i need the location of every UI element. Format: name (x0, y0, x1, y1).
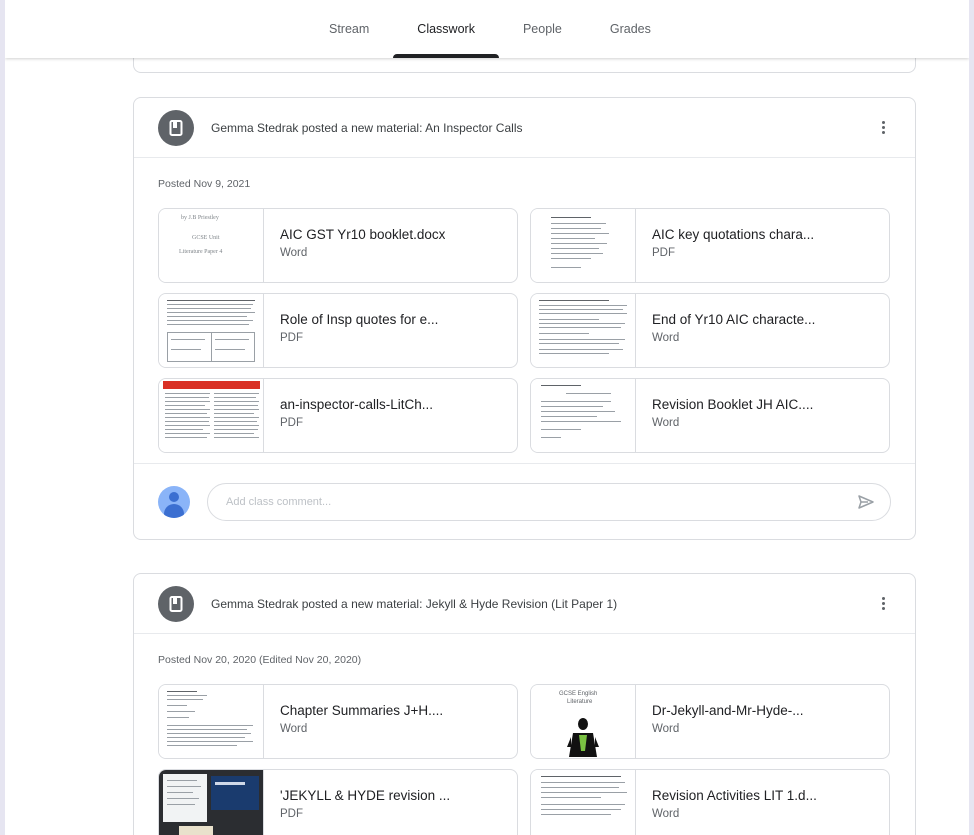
document-thumbnail: by J.B Priestley GCSE Unit Literature Pa… (159, 209, 264, 282)
attachment-card[interactable]: End of Yr10 AIC characte... Word (530, 293, 890, 368)
attachment-name: Role of Insp quotes for e... (280, 312, 439, 327)
more-options-icon[interactable] (871, 592, 895, 616)
attachment-type: Word (280, 247, 308, 259)
attachment-type: Word (652, 723, 680, 735)
send-icon[interactable] (856, 492, 876, 512)
document-thumbnail (531, 294, 636, 367)
posted-date: Posted Nov 9, 2021 (158, 178, 251, 190)
tab-people[interactable]: People (499, 0, 586, 58)
attachment-type: Word (280, 723, 308, 735)
document-thumbnail: GCSE English Literature (531, 685, 636, 758)
attachment-name: an-inspector-calls-LitCh... (280, 397, 434, 412)
posted-date: Posted Nov 20, 2020 (Edited Nov 20, 2020… (158, 654, 362, 666)
document-thumbnail (531, 770, 636, 835)
attachment-type: Word (652, 417, 680, 429)
attachment-card[interactable]: GCSE English Literature Dr-Jekyll-and-Mr… (530, 684, 890, 759)
top-navigation-bar: Stream Classwork People Grades (5, 0, 969, 58)
user-avatar-icon (158, 485, 190, 518)
attachment-name: 'JEKYLL & HYDE revision ... (280, 788, 451, 803)
attachment-type: Word (652, 332, 680, 344)
attachment-name: Dr-Jekyll-and-Mr-Hyde-... (652, 703, 804, 718)
attachment-name: AIC key quotations chara... (652, 227, 815, 242)
attachment-card[interactable]: Chapter Summaries J+H.... Word (158, 684, 518, 759)
attachments-grid: Chapter Summaries J+H.... Word GCSE Engl… (134, 684, 915, 835)
classroom-window: Stream Classwork People Grades Gemma Ste… (5, 0, 969, 835)
tab-grades[interactable]: Grades (586, 0, 675, 58)
attachment-name: Revision Booklet JH AIC.... (652, 397, 814, 412)
more-options-icon[interactable] (871, 116, 895, 140)
material-icon (158, 109, 194, 146)
attachment-name: Revision Activities LIT 1.d... (652, 788, 817, 803)
document-thumbnail (159, 770, 264, 835)
class-tabs: Stream Classwork People Grades (305, 0, 675, 58)
attachment-type: PDF (280, 808, 303, 820)
document-thumbnail (531, 209, 636, 282)
attachment-card[interactable]: Role of Insp quotes for e... PDF (158, 293, 518, 368)
attachments-grid: by J.B Priestley GCSE Unit Literature Pa… (134, 208, 915, 453)
document-thumbnail (159, 379, 264, 452)
material-post-card[interactable]: Gemma Stedrak posted a new material: Jek… (133, 573, 916, 835)
class-comment-row (134, 463, 915, 539)
document-thumbnail (531, 379, 636, 452)
attachment-name: AIC GST Yr10 booklet.docx (280, 227, 446, 242)
attachment-card[interactable]: AIC key quotations chara... PDF (530, 208, 890, 283)
tab-stream[interactable]: Stream (305, 0, 393, 58)
post-header: Gemma Stedrak posted a new material: An … (134, 98, 915, 158)
post-title: Gemma Stedrak posted a new material: Jek… (211, 596, 618, 611)
attachment-type: Word (652, 808, 680, 820)
post-header: Gemma Stedrak posted a new material: Jek… (134, 574, 915, 634)
post-title: Gemma Stedrak posted a new material: An … (211, 120, 523, 135)
class-comment-input[interactable] (226, 495, 856, 508)
material-icon (158, 585, 194, 622)
document-thumbnail (159, 685, 264, 758)
attachment-card[interactable]: Revision Booklet JH AIC.... Word (530, 378, 890, 453)
attachment-card[interactable]: Revision Activities LIT 1.d... Word (530, 769, 890, 835)
comment-box[interactable] (207, 482, 891, 521)
attachment-name: Chapter Summaries J+H.... (280, 703, 444, 718)
material-post-card[interactable]: Gemma Stedrak posted a new material: An … (133, 97, 916, 540)
attachment-card[interactable]: by J.B Priestley GCSE Unit Literature Pa… (158, 208, 518, 283)
attachment-card[interactable]: an-inspector-calls-LitCh... PDF (158, 378, 518, 453)
attachment-type: PDF (652, 247, 675, 259)
attachment-name: End of Yr10 AIC characte... (652, 312, 816, 327)
attachment-type: PDF (280, 332, 303, 344)
tab-classwork[interactable]: Classwork (393, 0, 499, 58)
attachment-card[interactable]: 'JEKYLL & HYDE revision ... PDF (158, 769, 518, 835)
attachment-type: PDF (280, 417, 303, 429)
document-thumbnail (159, 294, 264, 367)
